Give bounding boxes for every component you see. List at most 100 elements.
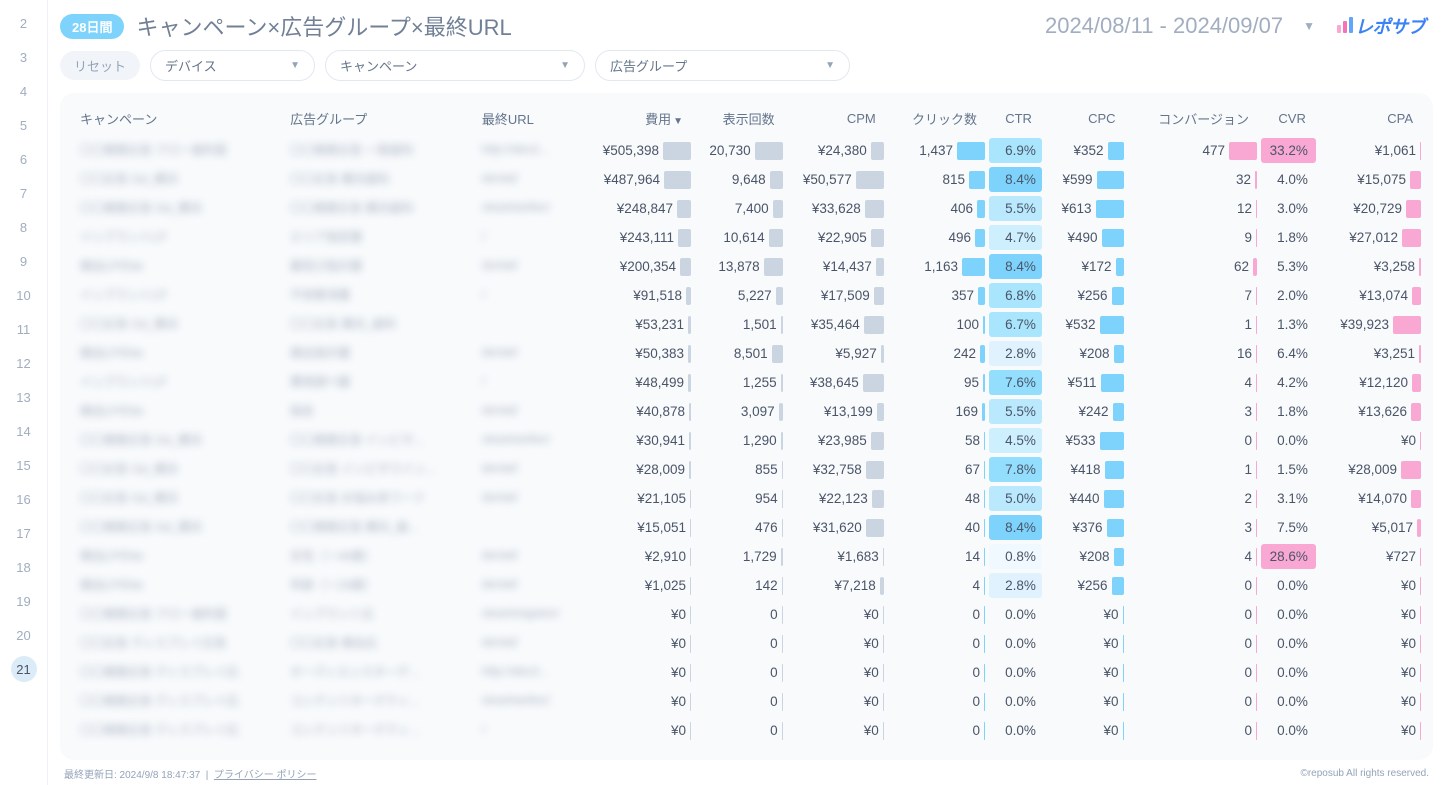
cell-cvr: 4.0% <box>1257 165 1320 194</box>
cell-url: http://abcd... <box>474 658 581 687</box>
cell-cpc: ¥376 <box>1046 513 1124 542</box>
col-cpc[interactable]: CPC <box>1046 103 1124 136</box>
date-range[interactable]: 2024/08/11 - 2024/09/07 <box>1045 13 1283 39</box>
page-nav-13[interactable]: 13 <box>0 380 47 414</box>
col-ctr[interactable]: CTR <box>985 103 1046 136</box>
page-nav-17[interactable]: 17 <box>0 516 47 550</box>
privacy-link[interactable]: プライバシー ポリシー <box>214 770 317 781</box>
page-nav-6[interactable]: 6 <box>0 142 47 176</box>
cell-campaign: 〇〇検索広告 アロー歯科医 <box>72 136 282 165</box>
last-updated: 最終更新日: 2024/9/8 18:47:37 <box>64 770 200 781</box>
page-nav-15[interactable]: 15 <box>0 448 47 482</box>
col-cpm[interactable]: CPM <box>783 103 884 136</box>
page-nav-20[interactable]: 20 <box>0 618 47 652</box>
col-clicks[interactable]: クリック数 <box>884 103 985 136</box>
cell-cpm: ¥23,985 <box>783 426 884 455</box>
cell-ctr: 0.0% <box>985 687 1046 716</box>
cell-impressions: 5,227 <box>691 281 783 310</box>
cell-cvr: 1.8% <box>1257 223 1320 252</box>
cell-cpa: ¥14,070 <box>1320 484 1421 513</box>
cell-clicks: 67 <box>884 455 985 484</box>
page-nav-11[interactable]: 11 <box>0 312 47 346</box>
cell-cvr: 0.0% <box>1257 600 1320 629</box>
logo-text: レポサブ <box>1355 13 1425 39</box>
cell-adgroup: 不安解消層 <box>282 281 474 310</box>
cell-cvr: 0.0% <box>1257 426 1320 455</box>
col-impressions[interactable]: 表示回数 <box>691 103 783 136</box>
chevron-down-icon[interactable]: ▼ <box>1303 19 1315 33</box>
cell-cpm: ¥14,437 <box>783 252 884 281</box>
page-nav-21[interactable]: 21 <box>11 656 37 682</box>
campaign-dropdown[interactable]: キャンペーン ▼ <box>325 50 585 81</box>
cell-campaign: 検出LPのite <box>72 571 282 600</box>
table-row: 検出LPのite指名dental/¥40,8783,097¥13,1991695… <box>72 397 1421 426</box>
table-header-row: キャンペーン 広告グループ 最終URL 費用▼ 表示回数 CPM クリック数 C… <box>72 103 1421 136</box>
cell-cpa: ¥3,258 <box>1320 252 1421 281</box>
page-nav-16[interactable]: 16 <box>0 482 47 516</box>
cell-cost: ¥1,025 <box>581 571 691 600</box>
cell-cpc: ¥599 <box>1046 165 1124 194</box>
page-nav-7[interactable]: 7 <box>0 176 47 210</box>
col-adgroup[interactable]: 広告グループ <box>282 103 474 136</box>
cell-adgroup: 〇〇広告 横浜_歯科 <box>282 310 474 339</box>
cell-ctr: 5.5% <box>985 194 1046 223</box>
cell-cost: ¥53,231 <box>581 310 691 339</box>
page-nav-9[interactable]: 9 <box>0 244 47 278</box>
adgroup-dropdown[interactable]: 広告グループ ▼ <box>595 50 850 81</box>
cell-url: dental/ <box>474 252 581 281</box>
cell-clicks: 48 <box>884 484 985 513</box>
page-nav-12[interactable]: 12 <box>0 346 47 380</box>
cell-adgroup: 費用調べ層 <box>282 368 474 397</box>
page-nav-18[interactable]: 18 <box>0 550 47 584</box>
cell-url <box>474 310 581 339</box>
cell-url: dental/ <box>474 165 581 194</box>
cell-campaign: 〇〇広告 Gd_横浜 <box>72 455 282 484</box>
page-nav-3[interactable]: 3 <box>0 40 47 74</box>
cell-url: dental/ <box>474 571 581 600</box>
cell-adgroup: オーディエンスターゲ... <box>282 658 474 687</box>
cell-cpm: ¥33,628 <box>783 194 884 223</box>
cell-cpc: ¥352 <box>1046 136 1124 165</box>
cell-ctr: 0.0% <box>985 716 1046 745</box>
cell-cvr: 0.0% <box>1257 629 1320 658</box>
cell-campaign: インプラントLP <box>72 368 282 397</box>
cell-cpa: ¥39,923 <box>1320 310 1421 339</box>
cell-url: http://abcd... <box>474 136 581 165</box>
cell-conversions: 2 <box>1124 484 1257 513</box>
adgroup-dropdown-label: 広告グループ <box>610 56 687 75</box>
cell-cpc: ¥0 <box>1046 600 1124 629</box>
cell-cost: ¥505,398 <box>581 136 691 165</box>
col-url[interactable]: 最終URL <box>474 103 581 136</box>
page-nav-2[interactable]: 2 <box>0 6 47 40</box>
col-cost[interactable]: 費用▼ <box>581 103 691 136</box>
cell-conversions: 0 <box>1124 629 1257 658</box>
cell-campaign: 〇〇検索広告 アロー歯科医 <box>72 600 282 629</box>
cell-cvr: 2.0% <box>1257 281 1320 310</box>
data-table: キャンペーン 広告グループ 最終URL 費用▼ 表示回数 CPM クリック数 C… <box>72 103 1421 745</box>
cell-impressions: 13,878 <box>691 252 783 281</box>
reset-button[interactable]: リセット <box>60 51 140 80</box>
page-nav-4[interactable]: 4 <box>0 74 47 108</box>
col-conversions[interactable]: コンバージョン <box>1124 103 1257 136</box>
cell-impressions: 1,290 <box>691 426 783 455</box>
cell-adgroup: 〇〇広告 検出広 <box>282 629 474 658</box>
page-nav-8[interactable]: 8 <box>0 210 47 244</box>
cell-cvr: 28.6% <box>1257 542 1320 571</box>
cell-cpa: ¥0 <box>1320 658 1421 687</box>
cell-cvr: 1.3% <box>1257 310 1320 339</box>
col-cpa[interactable]: CPA <box>1320 103 1421 136</box>
cell-cost: ¥487,964 <box>581 165 691 194</box>
device-dropdown[interactable]: デバイス ▼ <box>150 50 315 81</box>
col-campaign[interactable]: キャンペーン <box>72 103 282 136</box>
cell-url: okashiarifee/ <box>474 194 581 223</box>
cell-cost: ¥0 <box>581 600 691 629</box>
page-nav-14[interactable]: 14 <box>0 414 47 448</box>
col-cvr[interactable]: CVR <box>1257 103 1320 136</box>
page-nav-19[interactable]: 19 <box>0 584 47 618</box>
page-nav-5[interactable]: 5 <box>0 108 47 142</box>
cell-campaign: 検出LPのite <box>72 339 282 368</box>
cell-campaign: 〇〇広告 Gd_横浜 <box>72 310 282 339</box>
cell-url: / <box>474 223 581 252</box>
cell-cost: ¥0 <box>581 716 691 745</box>
page-nav-10[interactable]: 10 <box>0 278 47 312</box>
